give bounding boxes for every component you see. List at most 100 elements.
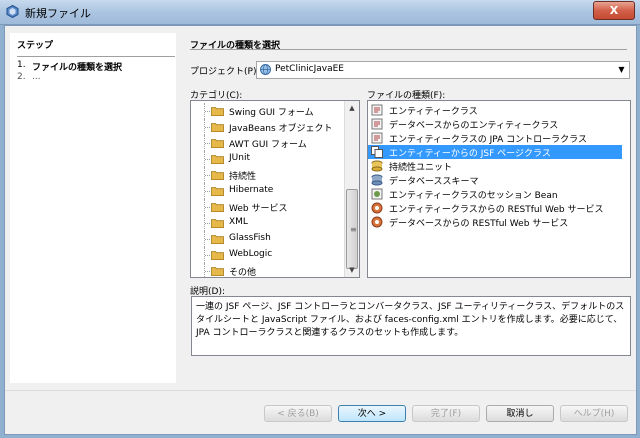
project-select[interactable]: PetClinicJavaEE ▼ (256, 61, 630, 79)
folder-icon (211, 107, 224, 116)
title-divider (190, 49, 627, 50)
netbeans-app-icon (6, 5, 19, 18)
tree-connector (205, 207, 210, 208)
file-type-label: 持続性ユニット (389, 163, 453, 173)
file-type-item[interactable]: エンティティークラスのセッション Bean (368, 187, 622, 201)
category-item[interactable]: その他 (191, 263, 343, 278)
category-item[interactable]: GlassFish (191, 231, 343, 247)
session-bean-icon (371, 188, 383, 200)
file-type-label: データベースからの RESTful Web サービス (389, 219, 569, 229)
tree-connector (205, 127, 210, 128)
description-text: 一連の JSF ページ、JSF コントローラとコンバータクラス、JSF ユーティ… (196, 302, 625, 338)
scroll-down-icon[interactable]: ▼ (345, 263, 359, 277)
file-type-item[interactable]: データベースからの RESTful Web サービス (368, 215, 622, 229)
file-type-item[interactable]: データベースからのエンティティークラス (368, 117, 622, 131)
category-label: その他 (229, 268, 257, 278)
folder-icon (211, 219, 224, 228)
category-item[interactable]: WebLogic (191, 247, 343, 263)
step-item-2: 2. ... (17, 72, 41, 82)
jsf-pages-icon (371, 146, 383, 158)
category-label: 持続性 (229, 172, 257, 182)
file-type-label: エンティティークラスからの RESTful Web サービス (389, 205, 604, 215)
footer-divider (5, 390, 636, 391)
folder-icon (211, 251, 224, 260)
entity-class-icon (371, 132, 383, 144)
folder-icon (211, 235, 224, 244)
folder-icon (211, 171, 224, 180)
tree-connector (205, 111, 210, 112)
grip-icon: ≡ (350, 225, 357, 234)
categories-scrollbar[interactable]: ▲ ≡ ▼ (344, 101, 359, 277)
steps-divider (17, 56, 175, 57)
close-button[interactable]: X (593, 1, 635, 20)
steps-panel: ステップ 1. ファイルの種類を選択 2. ... (10, 33, 176, 383)
category-label: JavaBeans オブジェクト (229, 124, 333, 134)
folder-icon (211, 203, 224, 212)
scroll-up-icon[interactable]: ▲ (345, 101, 359, 115)
entity-class-icon (371, 104, 383, 116)
step-item-1: 1. ファイルの種類を選択 (17, 60, 122, 73)
file-type-label: データベースからのエンティティークラス (389, 121, 559, 131)
file-type-item[interactable]: 持続性ユニット (368, 159, 622, 173)
rest-service-icon (371, 216, 383, 228)
category-label: GlassFish (229, 233, 271, 243)
tree-connector (205, 255, 210, 256)
file-type-item[interactable]: エンティティークラス (368, 103, 622, 117)
project-value: PetClinicJavaEE (275, 64, 344, 74)
category-label: WebLogic (229, 249, 273, 259)
category-item[interactable]: XML (191, 215, 343, 231)
category-item[interactable]: JavaBeans オブジェクト (191, 119, 343, 135)
folder-icon (211, 155, 224, 164)
category-label: Hibernate (229, 185, 274, 195)
folder-icon (211, 267, 224, 276)
file-type-label: エンティティークラス (389, 107, 478, 117)
step-number: 1. (17, 60, 26, 70)
back-button[interactable]: < 戻る(B) (264, 405, 332, 422)
category-item[interactable]: 持続性 (191, 167, 343, 183)
folder-icon (211, 187, 224, 196)
file-type-item[interactable]: エンティティークラスからの RESTful Web サービス (368, 201, 622, 215)
tree-connector (205, 159, 210, 160)
web-project-icon (260, 64, 271, 75)
category-item[interactable]: Swing GUI フォーム (191, 103, 343, 119)
folder-icon (211, 139, 224, 148)
category-item[interactable]: JUnit (191, 151, 343, 167)
folder-icon (211, 123, 224, 132)
dialog-body: ステップ 1. ファイルの種類を選択 2. ... ファイルの種類を選択 プロジ… (4, 25, 637, 435)
file-type-label: エンティティークラスの JPA コントローラクラス (389, 135, 587, 145)
tree-connector (205, 143, 210, 144)
step-label: ... (32, 72, 41, 82)
file-type-label: データベーススキーマ (389, 177, 479, 187)
category-item[interactable]: AWT GUI フォーム (191, 135, 343, 151)
rest-service-icon (371, 202, 383, 214)
entity-class-icon (371, 118, 383, 130)
file-type-label: エンティティークラスのセッション Bean (389, 191, 558, 201)
categories-tree[interactable]: Swing GUI フォーム JavaBeans オブジェクト AWT GUI フォ… (190, 100, 360, 278)
project-label: プロジェクト(P): (190, 67, 260, 77)
chevron-down-icon[interactable]: ▼ (614, 62, 629, 78)
scroll-thumb[interactable]: ≡ (346, 189, 358, 269)
tree-connector (205, 239, 210, 240)
category-label: Swing GUI フォーム (229, 108, 314, 118)
finish-button[interactable]: 完了(F) (412, 405, 480, 422)
file-types-list[interactable]: エンティティークラス データベースからのエンティティークラス エンティティークラスの… (367, 100, 631, 278)
file-type-item[interactable]: データベーススキーマ (368, 173, 622, 187)
tree-connector (205, 191, 210, 192)
window-title: 新規ファイル (25, 7, 91, 20)
next-button[interactable]: 次へ > (338, 405, 406, 422)
steps-title: ステップ (17, 41, 54, 51)
description-box: 一連の JSF ページ、JSF コントローラとコンバータクラス、JSF ユーティ… (191, 296, 631, 356)
category-item[interactable]: Web サービス (191, 199, 343, 215)
persistence-unit-icon (371, 160, 383, 172)
file-type-label: エンティティーからの JSF ページクラス (389, 149, 551, 159)
category-item[interactable]: Hibernate (191, 183, 343, 199)
file-type-item[interactable]: エンティティークラスの JPA コントローラクラス (368, 131, 622, 145)
file-type-item[interactable]: エンティティーからの JSF ページクラス (368, 145, 622, 159)
step-label: ファイルの種類を選択 (32, 63, 123, 73)
tree-connector (205, 223, 210, 224)
help-button[interactable]: ヘルプ(H) (560, 405, 628, 422)
tree-connector (205, 175, 210, 176)
cancel-button[interactable]: 取消し (486, 405, 554, 422)
category-label: Web サービス (229, 204, 288, 214)
title-bar: 新規ファイル X (0, 0, 640, 25)
